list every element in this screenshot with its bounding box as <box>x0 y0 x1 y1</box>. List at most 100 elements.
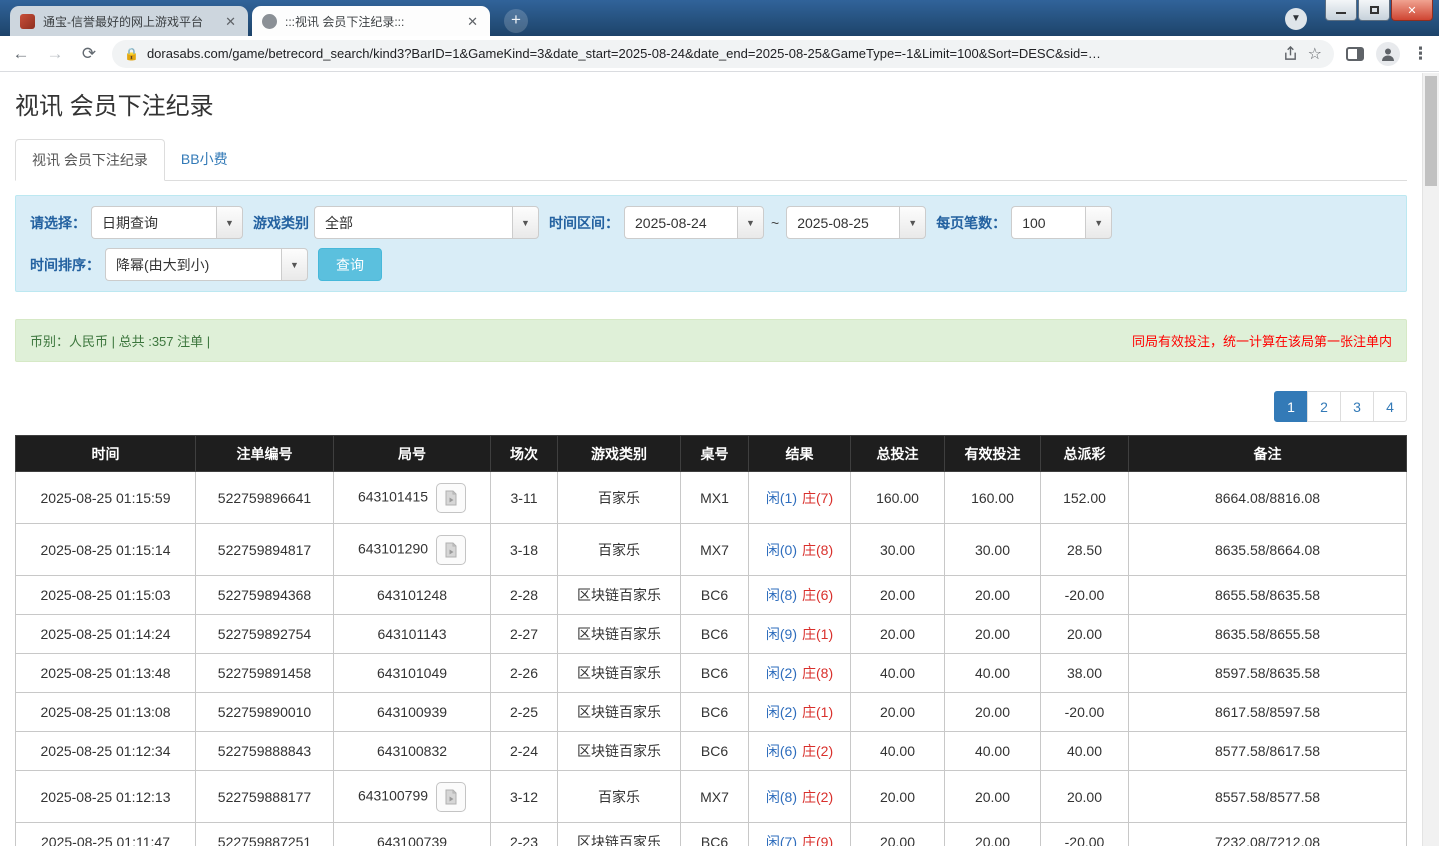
table-row: 2025-08-25 01:12:13522759888177643100799… <box>16 771 1407 823</box>
table-header-row: 时间注单编号局号场次游戏类别桌号结果总投注有效投注总派彩备注 <box>16 436 1407 472</box>
tab-betrecord[interactable]: 视讯 会员下注纪录 <box>15 139 165 181</box>
tab-close-icon[interactable]: ✕ <box>465 13 480 30</box>
cell-note: 8557.58/8577.58 <box>1129 771 1407 823</box>
page-title: 视讯 会员下注纪录 <box>15 86 1407 121</box>
round-number: 643100739 <box>377 834 447 846</box>
chevron-down-icon[interactable]: ▼ <box>1085 206 1112 239</box>
maximize-button[interactable] <box>1358 0 1390 21</box>
cell-result: 闲(6)庄(2) <box>749 732 851 771</box>
browser-menu-icon[interactable]: ⋮ <box>1412 44 1429 64</box>
tab-title: 通宝-信誉最好的网上游戏平台 <box>43 13 215 30</box>
chevron-down-icon[interactable]: ▼ <box>737 206 764 239</box>
notice-text: 同局有效投注，统一计算在该局第一张注单内 <box>1132 331 1392 350</box>
cell-total-bet-link[interactable]: 20.00 <box>851 576 945 615</box>
url-text[interactable]: dorasabs.com/game/betrecord_search/kind3… <box>147 46 1275 61</box>
tab-title: :::视讯 会员下注纪录::: <box>285 13 457 30</box>
cell-result: 闲(1)庄(7) <box>749 472 851 524</box>
browser-tab-1[interactable]: 通宝-信誉最好的网上游戏平台 ✕ <box>10 6 248 36</box>
cell-payout: 20.00 <box>1041 615 1129 654</box>
tab-search-chevron-icon[interactable]: ▼ <box>1285 8 1307 30</box>
video-replay-icon[interactable] <box>436 483 466 513</box>
round-number: 643101290 <box>358 540 428 556</box>
column-header: 局号 <box>334 436 491 472</box>
page-size-select[interactable]: 100 ▼ <box>1011 206 1112 239</box>
cell-result: 闲(8)庄(2) <box>749 771 851 823</box>
cell-total-bet-link[interactable]: 40.00 <box>851 654 945 693</box>
cell-result: 闲(2)庄(8) <box>749 654 851 693</box>
cell-note: 8577.58/8617.58 <box>1129 732 1407 771</box>
query-button[interactable]: 查询 <box>318 248 382 281</box>
cell-round-id: 643101415 <box>334 472 491 524</box>
page-button-3[interactable]: 3 <box>1340 391 1374 422</box>
cell-table-no: MX1 <box>681 472 749 524</box>
cell-total-bet-link[interactable]: 20.00 <box>851 771 945 823</box>
refresh-icon[interactable]: ⟳ <box>78 44 100 64</box>
cell-valid-bet: 20.00 <box>945 576 1041 615</box>
video-replay-icon[interactable] <box>436 782 466 812</box>
table-row: 2025-08-25 01:15:14522759894817 643101290… <box>16 524 1407 576</box>
bet-record-table: 时间注单编号局号场次游戏类别桌号结果总投注有效投注总派彩备注 2025-08-2… <box>15 435 1407 846</box>
page-button-4[interactable]: 4 <box>1373 391 1407 422</box>
cell-session: 3-18 <box>491 524 558 576</box>
cell-game-type: 区块链百家乐 <box>558 732 681 771</box>
cell-table-no: BC6 <box>681 823 749 846</box>
video-replay-icon[interactable] <box>436 535 466 565</box>
cell-payout: 28.50 <box>1041 524 1129 576</box>
browser-toolbar: ← → ⟳ 🔒 dorasabs.com/game/betrecord_sear… <box>0 36 1439 72</box>
result-player: 闲(1) <box>766 490 797 506</box>
page-button-2[interactable]: 2 <box>1307 391 1341 422</box>
profile-avatar[interactable] <box>1376 42 1400 66</box>
query-type-select[interactable]: 日期查询 ▼ <box>91 206 243 239</box>
result-player: 闲(0) <box>766 542 797 558</box>
cell-round-id: 643101290 <box>334 524 491 576</box>
date-start-select[interactable]: 2025-08-24 ▼ <box>624 206 764 239</box>
sort-select[interactable]: 降幂(由大到小) ▼ <box>105 248 308 281</box>
round-number: 643101049 <box>377 665 447 681</box>
table-row: 2025-08-25 01:13:48522759891458643101049… <box>16 654 1407 693</box>
cell-total-bet-link[interactable]: 20.00 <box>851 823 945 846</box>
page-scrollbar[interactable] <box>1422 73 1439 846</box>
result-banker: 庄(9) <box>802 834 833 846</box>
chevron-down-icon[interactable]: ▼ <box>512 206 539 239</box>
date-end-select[interactable]: 2025-08-25 ▼ <box>786 206 926 239</box>
cell-bet-id: 522759892754 <box>196 615 334 654</box>
cell-table-no: BC6 <box>681 654 749 693</box>
cell-time: 2025-08-25 01:15:14 <box>16 524 196 576</box>
page-button-1[interactable]: 1 <box>1274 391 1308 422</box>
scrollbar-thumb[interactable] <box>1425 76 1437 186</box>
cell-round-id: 643101049 <box>334 654 491 693</box>
cell-total-bet-link[interactable]: 20.00 <box>851 693 945 732</box>
result-banker: 庄(2) <box>802 743 833 759</box>
cell-bet-id: 522759894817 <box>196 524 334 576</box>
game-type-select[interactable]: 全部 ▼ <box>314 206 539 239</box>
lock-icon: 🔒 <box>124 47 139 61</box>
tab-close-icon[interactable]: ✕ <box>223 13 238 30</box>
chevron-down-icon[interactable]: ▼ <box>281 248 308 281</box>
tab-bb-tip[interactable]: BB小费 <box>165 139 244 181</box>
cell-result: 闲(0)庄(8) <box>749 524 851 576</box>
forward-icon[interactable]: → <box>44 44 66 64</box>
chevron-down-icon[interactable]: ▼ <box>216 206 243 239</box>
back-icon[interactable]: ← <box>10 44 32 64</box>
chevron-down-icon[interactable]: ▼ <box>899 206 926 239</box>
cell-valid-bet: 40.00 <box>945 654 1041 693</box>
close-button[interactable]: ✕ <box>1391 0 1433 21</box>
cell-total-bet-link[interactable]: 40.00 <box>851 732 945 771</box>
cell-valid-bet: 40.00 <box>945 732 1041 771</box>
side-panel-icon[interactable] <box>1346 47 1364 61</box>
page-size-label: 每页笔数： <box>936 213 1006 233</box>
bookmark-star-icon[interactable]: ☆ <box>1308 44 1322 64</box>
cell-total-bet-link[interactable]: 160.00 <box>851 472 945 524</box>
new-tab-button[interactable]: + <box>504 9 528 33</box>
browser-tab-2[interactable]: :::视讯 会员下注纪录::: ✕ <box>252 6 490 36</box>
cell-table-no: MX7 <box>681 524 749 576</box>
cell-game-type: 区块链百家乐 <box>558 654 681 693</box>
minimize-button[interactable] <box>1325 0 1357 21</box>
cell-round-id: 643101248 <box>334 576 491 615</box>
cell-total-bet-link[interactable]: 30.00 <box>851 524 945 576</box>
address-bar[interactable]: 🔒 dorasabs.com/game/betrecord_search/kin… <box>112 40 1334 68</box>
share-icon[interactable] <box>1283 46 1298 61</box>
cell-total-bet-link[interactable]: 20.00 <box>851 615 945 654</box>
cell-time: 2025-08-25 01:13:08 <box>16 693 196 732</box>
cell-bet-id: 522759891458 <box>196 654 334 693</box>
